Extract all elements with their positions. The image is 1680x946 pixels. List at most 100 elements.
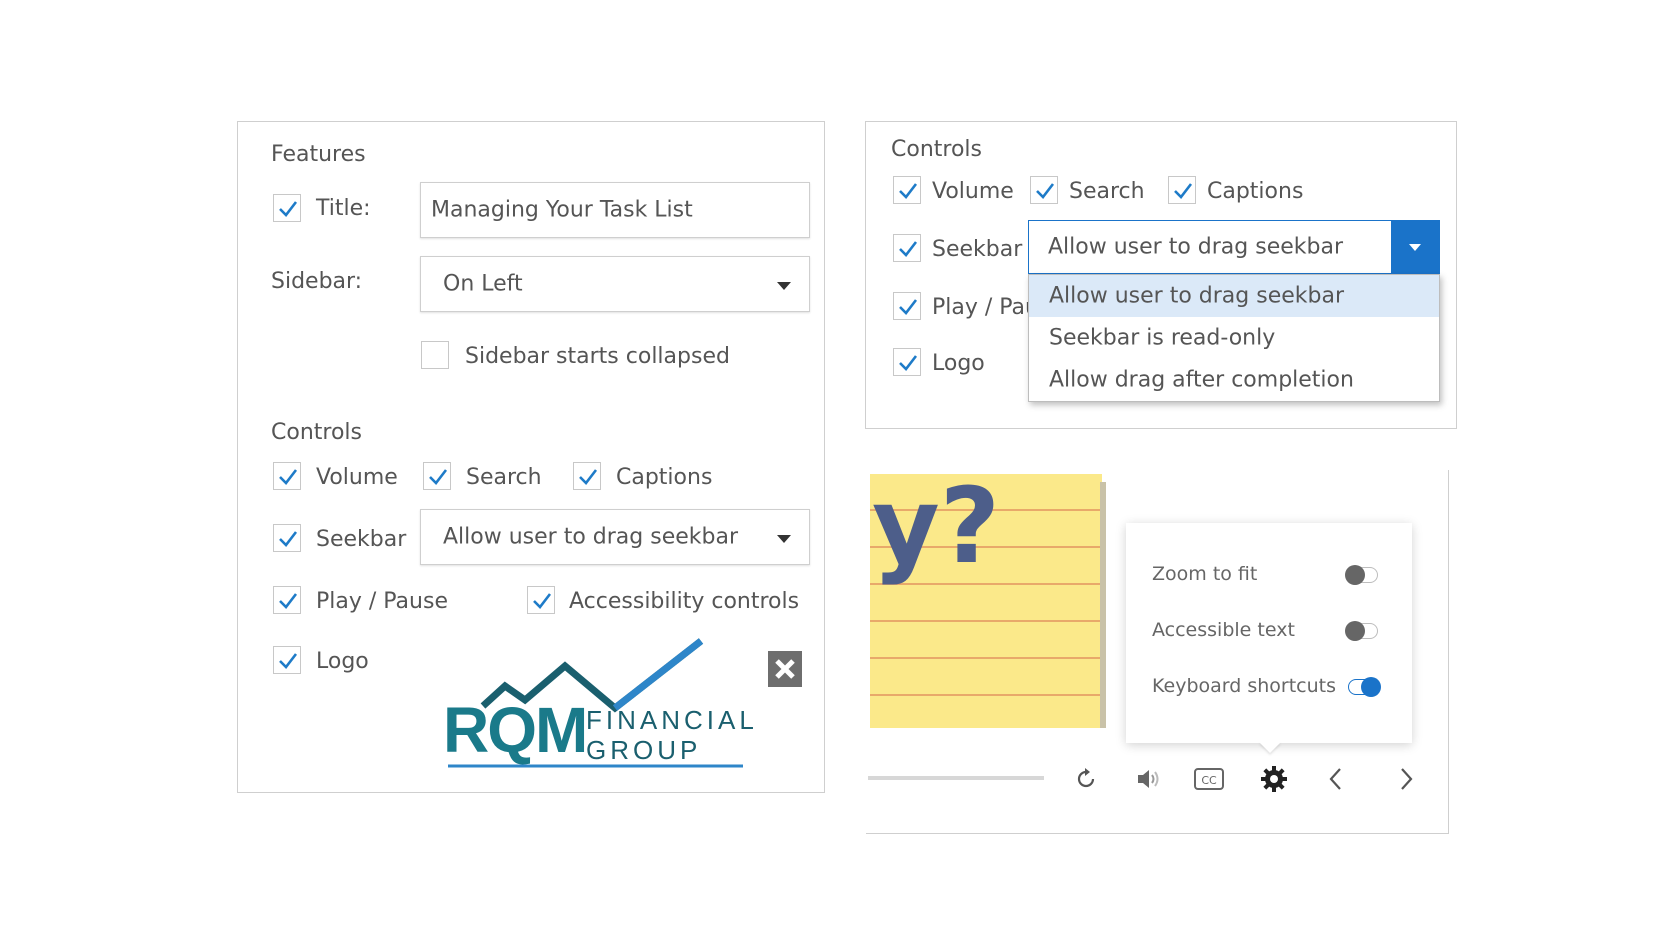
features-panel: Features Title: Managing Your Task List … <box>237 121 825 793</box>
playpause-checkbox[interactable] <box>893 292 921 320</box>
checkmark-icon <box>579 469 598 485</box>
search-checkbox[interactable] <box>423 462 451 490</box>
checkmark-icon <box>279 593 298 609</box>
svg-text:CC: CC <box>1201 774 1217 787</box>
chevron-down-icon <box>777 282 791 290</box>
volume-button[interactable] <box>1135 766 1163 796</box>
accessible-text-label: Accessible text <box>1152 619 1295 641</box>
controls-heading: Controls <box>271 420 362 445</box>
volume-icon <box>1138 770 1159 788</box>
checkmark-icon <box>429 469 448 485</box>
logo-label: Logo <box>932 351 985 376</box>
title-input-value: Managing Your Task List <box>431 197 693 223</box>
logo-checkbox[interactable] <box>893 348 921 376</box>
dropdown-option-readonly[interactable]: Seekbar is read-only <box>1029 317 1439 359</box>
sidebar-select-value: On Left <box>443 271 523 297</box>
checkmark-icon <box>1036 183 1055 199</box>
sidebar-collapsed-label: Sidebar starts collapsed <box>465 344 730 369</box>
chevron-left-icon <box>1329 768 1341 790</box>
seekbar-select[interactable]: Allow user to drag seekbar <box>420 509 810 565</box>
checkmark-icon <box>533 593 552 609</box>
popup-pointer <box>1259 742 1281 753</box>
seekbar-select-open[interactable]: Allow user to drag seekbar <box>1028 220 1440 274</box>
checkmark-icon <box>899 183 918 199</box>
seekbar-track[interactable] <box>868 776 1044 780</box>
chevron-down-icon <box>1409 244 1421 251</box>
logo-line1-text: FINANCIAL <box>586 705 758 735</box>
keyboard-shortcuts-toggle[interactable] <box>1348 677 1381 697</box>
logo-checkbox[interactable] <box>273 646 301 674</box>
logo-line2-text: GROUP <box>586 735 702 765</box>
volume-checkbox[interactable] <box>893 176 921 204</box>
seekbar-select-value: Allow user to drag seekbar <box>443 524 738 550</box>
dropdown-option-drag[interactable]: Allow user to drag seekbar <box>1029 275 1439 317</box>
sidebar-collapsed-checkbox[interactable] <box>421 341 449 369</box>
features-heading: Features <box>271 142 366 167</box>
cc-icon: CC <box>1194 768 1224 790</box>
chevron-right-icon <box>1401 768 1413 790</box>
dropdown-option-label: Seekbar is read-only <box>1049 325 1276 351</box>
previous-button[interactable] <box>1326 766 1346 796</box>
logo-label: Logo <box>316 649 369 674</box>
search-checkbox[interactable] <box>1030 176 1058 204</box>
seekbar-label: Seekbar <box>932 237 1023 262</box>
sidebar-label: Sidebar: <box>271 269 363 294</box>
settings-button[interactable] <box>1260 765 1288 797</box>
logo-main-text: RQM <box>443 694 588 766</box>
note-edge-shadow <box>1100 482 1106 728</box>
checkmark-icon <box>1174 183 1193 199</box>
seekbar-select-value: Allow user to drag seekbar <box>1048 234 1343 260</box>
replay-button[interactable] <box>1073 766 1099 796</box>
accessibility-checkbox[interactable] <box>527 586 555 614</box>
captions-checkbox[interactable] <box>1168 176 1196 204</box>
captions-label: Captions <box>616 465 713 490</box>
checkmark-icon <box>899 241 918 257</box>
seekbar-label: Seekbar <box>316 527 407 552</box>
rqm-logo: RQM FINANCIAL GROUP <box>443 638 754 776</box>
dropdown-option-label: Allow drag after completion <box>1049 367 1354 393</box>
remove-logo-button[interactable] <box>768 651 802 687</box>
accessibility-label: Accessibility controls <box>569 589 800 614</box>
gear-icon <box>1261 766 1287 792</box>
toggle-knob <box>1361 677 1381 697</box>
close-icon <box>775 659 795 679</box>
title-label: Title: <box>316 196 371 221</box>
controls-heading: Controls <box>891 137 982 162</box>
accessible-text-toggle[interactable] <box>1345 621 1378 641</box>
dropdown-option-after-completion[interactable]: Allow drag after completion <box>1029 359 1439 401</box>
title-checkbox[interactable] <box>273 194 301 222</box>
seekbar-checkbox[interactable] <box>893 234 921 262</box>
zoom-label: Zoom to fit <box>1152 563 1258 585</box>
checkmark-icon <box>899 299 918 315</box>
captions-label: Captions <box>1207 179 1304 204</box>
title-input[interactable]: Managing Your Task List <box>420 182 810 238</box>
controls-panel: Controls Volume Search Captions Seekbar … <box>865 121 1457 429</box>
captions-checkbox[interactable] <box>573 462 601 490</box>
playpause-label: Play / Pause <box>316 589 448 614</box>
replay-icon <box>1077 768 1095 788</box>
search-label: Search <box>466 465 542 490</box>
dropdown-option-label: Allow user to drag seekbar <box>1049 283 1344 309</box>
sidebar-select[interactable]: On Left <box>420 256 810 312</box>
chevron-down-icon <box>777 535 791 543</box>
checkmark-icon <box>279 469 298 485</box>
toggle-knob <box>1345 621 1365 641</box>
keyboard-shortcuts-label: Keyboard shortcuts <box>1152 675 1337 697</box>
dropdown-toggle-button[interactable] <box>1391 221 1439 273</box>
playpause-checkbox[interactable] <box>273 586 301 614</box>
next-button[interactable] <box>1396 766 1416 796</box>
note-big-text: y? <box>872 474 1001 587</box>
checkmark-icon <box>279 653 298 669</box>
zoom-toggle[interactable] <box>1345 565 1378 585</box>
captions-button[interactable]: CC <box>1193 766 1225 796</box>
slide-note-image: y? <box>870 474 1102 728</box>
seekbar-checkbox[interactable] <box>273 524 301 552</box>
volume-label: Volume <box>932 179 1014 204</box>
player-preview: y? Zoom to fit Accessible text Keyboard … <box>866 470 1449 834</box>
volume-label: Volume <box>316 465 398 490</box>
volume-checkbox[interactable] <box>273 462 301 490</box>
settings-popup: Zoom to fit Accessible text Keyboard sho… <box>1126 523 1412 743</box>
search-label: Search <box>1069 179 1145 204</box>
toggle-knob <box>1345 565 1365 585</box>
checkmark-icon <box>279 201 298 217</box>
